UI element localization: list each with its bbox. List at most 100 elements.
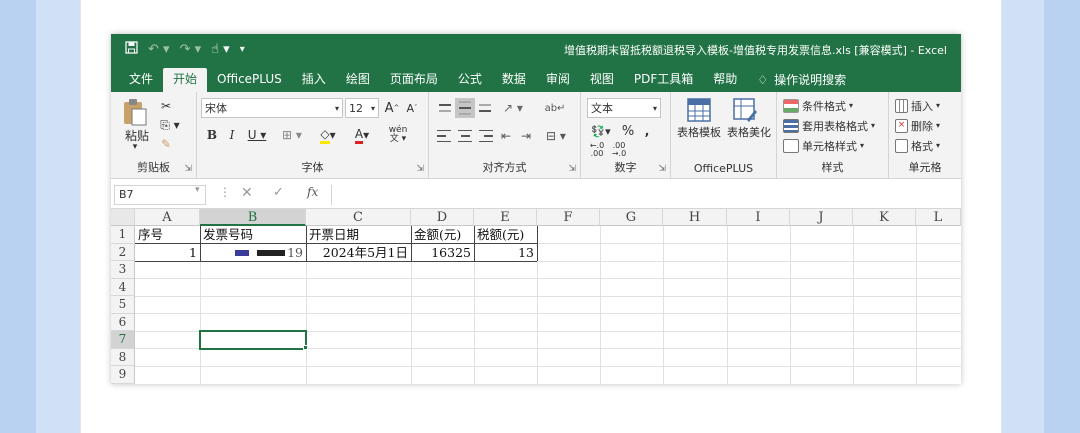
cell-a1[interactable]: 序号	[135, 226, 200, 244]
tab-officeplus[interactable]: OfficePLUS	[207, 68, 292, 92]
cell-c2[interactable]: 2024年5月1日	[306, 244, 411, 262]
format-painter-icon[interactable]: ✎	[157, 136, 175, 152]
comma-style-icon[interactable]: ,	[639, 123, 655, 139]
underline-button[interactable]: U ▾	[243, 126, 271, 144]
row-header-5[interactable]: 5	[111, 296, 135, 314]
align-bottom-icon[interactable]	[477, 100, 493, 116]
delete-cells-button[interactable]: × 删除 ▾	[895, 117, 957, 134]
paste-icon[interactable]	[121, 98, 149, 126]
cell-e2[interactable]: 13	[474, 244, 537, 262]
cell-e1[interactable]: 税额(元)	[474, 226, 537, 244]
tab-data[interactable]: 数据	[492, 68, 536, 92]
formula-input[interactable]	[331, 185, 961, 205]
cell-style-button[interactable]: 单元格样式 ▾	[783, 137, 883, 154]
tab-formulas[interactable]: 公式	[448, 68, 492, 92]
number-launcher-icon[interactable]: ⇲	[658, 164, 666, 174]
increase-font-icon[interactable]: A ^	[383, 99, 401, 117]
column-header-e[interactable]: E	[474, 209, 537, 226]
wrap-text-icon[interactable]: ab↵	[545, 98, 566, 118]
merge-center-icon[interactable]: ⊟ ▾	[541, 127, 571, 145]
selected-cell-b7[interactable]	[199, 330, 307, 350]
row-header-1[interactable]: 1	[111, 226, 135, 244]
align-top-icon[interactable]	[437, 100, 453, 116]
column-header-j[interactable]: J	[790, 209, 853, 226]
column-header-b[interactable]: B	[200, 209, 306, 226]
fill-color-icon[interactable]: ◇ ▾	[313, 126, 343, 144]
select-all-corner[interactable]	[111, 209, 135, 226]
column-header-d[interactable]: D	[411, 209, 474, 226]
row-header-8[interactable]: 8	[111, 348, 135, 366]
paste-button[interactable]: 粘贴	[119, 128, 155, 143]
decrease-indent-icon[interactable]: ⇤	[497, 128, 515, 144]
name-box[interactable]: B7	[114, 185, 206, 205]
customize-icon[interactable]: ▾	[240, 44, 245, 55]
fill-handle[interactable]	[303, 345, 308, 350]
tab-insert[interactable]: 插入	[292, 68, 336, 92]
tab-review[interactable]: 审阅	[536, 68, 580, 92]
borders-icon[interactable]: ⊞ ▾	[277, 126, 307, 144]
insert-cells-button[interactable]: 插入 ▾	[895, 97, 957, 114]
column-header-l[interactable]: L	[916, 209, 961, 226]
column-header-a[interactable]: A	[135, 209, 200, 226]
row-header-2[interactable]: 2	[111, 243, 135, 261]
decrease-decimal-icon[interactable]: .00 →.0	[609, 142, 629, 158]
percent-icon[interactable]: %	[619, 123, 637, 139]
increase-decimal-icon[interactable]: ←.0.00	[587, 142, 607, 158]
cell-d2[interactable]: 16325	[411, 244, 474, 262]
decrease-font-icon[interactable]: Aˇ	[403, 99, 421, 117]
column-header-k[interactable]: K	[853, 209, 916, 226]
cell-a2[interactable]: 1	[135, 244, 200, 262]
font-launcher-icon[interactable]: ⇲	[416, 164, 424, 174]
tab-help[interactable]: 帮助	[703, 68, 747, 92]
name-box-dropdown-icon[interactable]: ▾	[195, 185, 200, 195]
redo-icon[interactable]: ↷ ▾	[180, 42, 202, 57]
column-header-g[interactable]: G	[600, 209, 663, 226]
row-header-6[interactable]: 6	[111, 313, 135, 331]
tab-pdf-toolbox[interactable]: PDF工具箱	[624, 68, 703, 92]
undo-icon[interactable]: ↶ ▾	[148, 42, 170, 57]
column-header-c[interactable]: C	[306, 209, 411, 226]
table-template-button[interactable]: 表格模板	[673, 124, 725, 140]
orientation-icon[interactable]: ↗ ▾	[499, 99, 527, 117]
font-size-select[interactable]: 12 ▾	[345, 98, 379, 118]
insert-function-button[interactable]: fx	[307, 185, 318, 199]
save-icon[interactable]	[125, 40, 138, 58]
table-format-button[interactable]: 套用表格格式 ▾	[783, 117, 889, 134]
alignment-launcher-icon[interactable]: ⇲	[568, 164, 576, 174]
row-header-4[interactable]: 4	[111, 278, 135, 296]
tab-page-layout[interactable]: 页面布局	[380, 68, 448, 92]
accounting-format-icon[interactable]: 💱▾	[587, 123, 615, 139]
tab-view[interactable]: 视图	[580, 68, 624, 92]
copy-icon[interactable]: ⎘ ▾	[157, 117, 183, 133]
row-header-3[interactable]: 3	[111, 261, 135, 279]
column-header-i[interactable]: I	[727, 209, 790, 226]
conditional-format-button[interactable]: 条件格式 ▾	[783, 97, 883, 114]
row-header-9[interactable]: 9	[111, 366, 135, 384]
phonetic-icon[interactable]: wén 文 ▾	[383, 124, 413, 146]
number-format-select[interactable]: 文本 ▾	[587, 98, 661, 118]
cell-d1[interactable]: 金额(元)	[411, 226, 474, 244]
tell-me-search[interactable]: ♢ 操作说明搜索	[747, 68, 856, 92]
align-left-icon[interactable]	[437, 128, 453, 144]
tab-home[interactable]: 开始	[163, 68, 208, 92]
table-beautify-icon[interactable]	[733, 98, 757, 122]
align-center-icon[interactable]	[457, 128, 473, 144]
table-template-icon[interactable]	[687, 98, 711, 122]
font-color-icon[interactable]: A ▾	[347, 126, 377, 144]
column-header-f[interactable]: F	[537, 209, 600, 226]
touch-mode-icon[interactable]: ☝ ▾	[211, 42, 230, 57]
format-cells-button[interactable]: 格式 ▾	[895, 137, 957, 154]
cancel-icon[interactable]: ✕	[241, 185, 253, 201]
bold-button[interactable]: B	[203, 126, 221, 144]
cell-c1[interactable]: 开票日期	[306, 226, 411, 244]
font-name-select[interactable]: 宋体 ▾	[201, 98, 343, 118]
cell-b1[interactable]: 发票号码	[200, 226, 306, 244]
align-right-icon[interactable]	[477, 128, 493, 144]
paste-dropdown-icon[interactable]: ▾	[129, 142, 141, 152]
clipboard-launcher-icon[interactable]: ⇲	[184, 164, 192, 174]
align-middle-icon[interactable]	[455, 98, 475, 118]
cell-b2[interactable]: 19	[200, 244, 306, 262]
row-header-7[interactable]: 7	[111, 331, 135, 349]
increase-indent-icon[interactable]: ⇥	[517, 128, 535, 144]
table-beautify-button[interactable]: 表格美化	[723, 124, 775, 140]
